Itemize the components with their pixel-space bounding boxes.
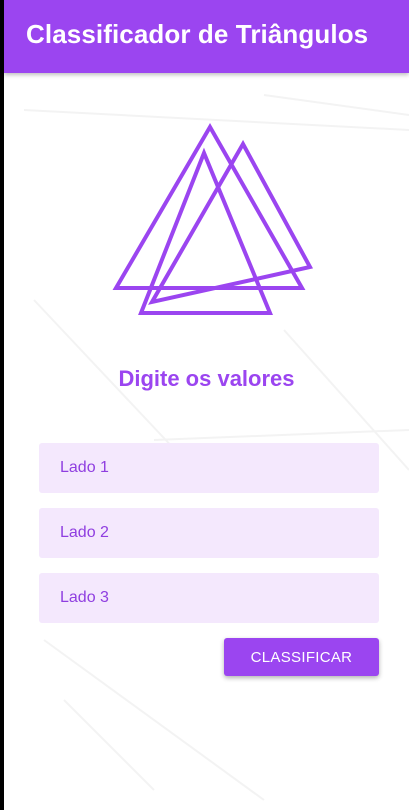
classify-button[interactable]: CLASSIFICAR	[224, 638, 379, 676]
overlapping-triangles-icon	[112, 123, 314, 315]
side-1-input[interactable]	[39, 443, 379, 493]
app-title: Classificador de Triângulos	[26, 19, 369, 49]
side-2-field-container	[39, 508, 379, 558]
side-1-field-container	[39, 443, 379, 493]
side-3-field-container	[39, 573, 379, 623]
side-3-input[interactable]	[39, 573, 379, 623]
side-2-input[interactable]	[39, 508, 379, 558]
app-screen: Classificador de Triângulos Digite os va…	[4, 0, 409, 810]
app-bar: Classificador de Triângulos	[4, 0, 409, 73]
instructions-heading: Digite os valores	[118, 366, 295, 391]
